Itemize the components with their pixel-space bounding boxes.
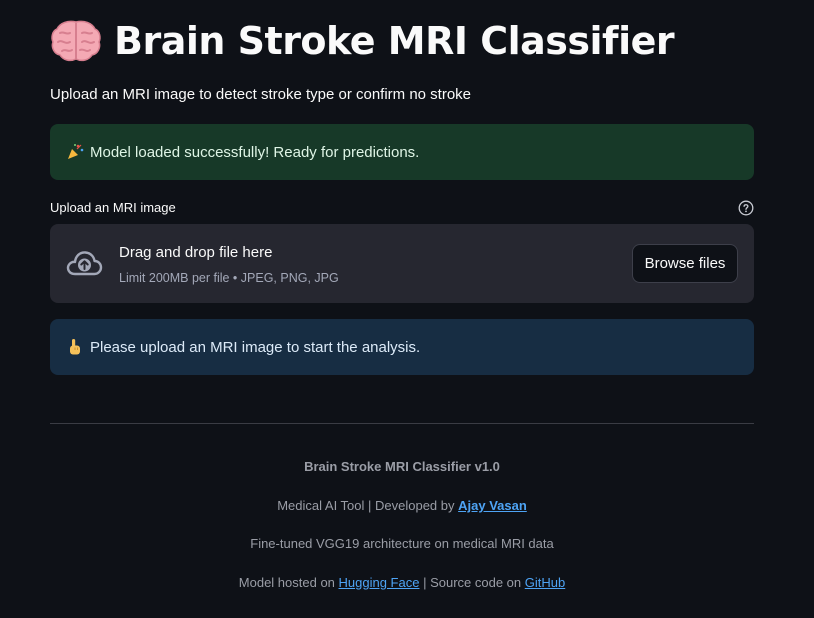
footer-developer-line: Medical AI Tool | Developed by Ajay Vasa…: [50, 498, 754, 513]
footer-hosting-line: Model hosted on Hugging Face | Source co…: [50, 575, 754, 590]
file-dropzone[interactable]: Drag and drop file here Limit 200MB per …: [50, 224, 754, 303]
footer-divider: [50, 423, 754, 424]
party-popper-icon: [66, 143, 84, 161]
developer-link[interactable]: Ajay Vasan: [458, 498, 527, 513]
hugging-face-link[interactable]: Hugging Face: [339, 575, 420, 590]
footer-architecture: Fine-tuned VGG19 architecture on medical…: [250, 536, 554, 551]
uploader-label: Upload an MRI image: [50, 200, 176, 215]
success-alert-text: Model loaded successfully! Ready for pre…: [90, 143, 420, 161]
dropzone-title: Drag and drop file here: [119, 244, 273, 261]
main-container: Brain Stroke MRI Classifier Upload an MR…: [0, 0, 814, 618]
question-circle-icon[interactable]: [738, 200, 754, 216]
footer-app-version: Brain Stroke MRI Classifier v1.0: [304, 459, 500, 474]
browse-files-button[interactable]: Browse files: [632, 244, 738, 283]
pointing-hand-icon: [66, 338, 84, 356]
page-title-text: Brain Stroke MRI Classifier: [114, 19, 675, 63]
footer-developed-prefix: Medical AI Tool | Developed by: [277, 498, 459, 513]
footer-source-prefix: | Source code on: [419, 575, 525, 590]
page-subtitle: Upload an MRI image to detect stroke typ…: [50, 86, 472, 103]
dropzone-limit-text: Limit 200MB per file • JPEG, PNG, JPG: [119, 271, 339, 285]
github-link[interactable]: GitHub: [525, 575, 565, 590]
info-alert-text: Please upload an MRI image to start the …: [90, 338, 421, 356]
info-alert: Please upload an MRI image to start the …: [50, 319, 754, 375]
success-alert: Model loaded successfully! Ready for pre…: [50, 124, 754, 180]
footer-hosted-prefix: Model hosted on: [238, 575, 339, 590]
brain-icon: [51, 20, 101, 62]
page-title: Brain Stroke MRI Classifier: [50, 16, 675, 66]
cloud-upload-icon: [66, 251, 103, 276]
